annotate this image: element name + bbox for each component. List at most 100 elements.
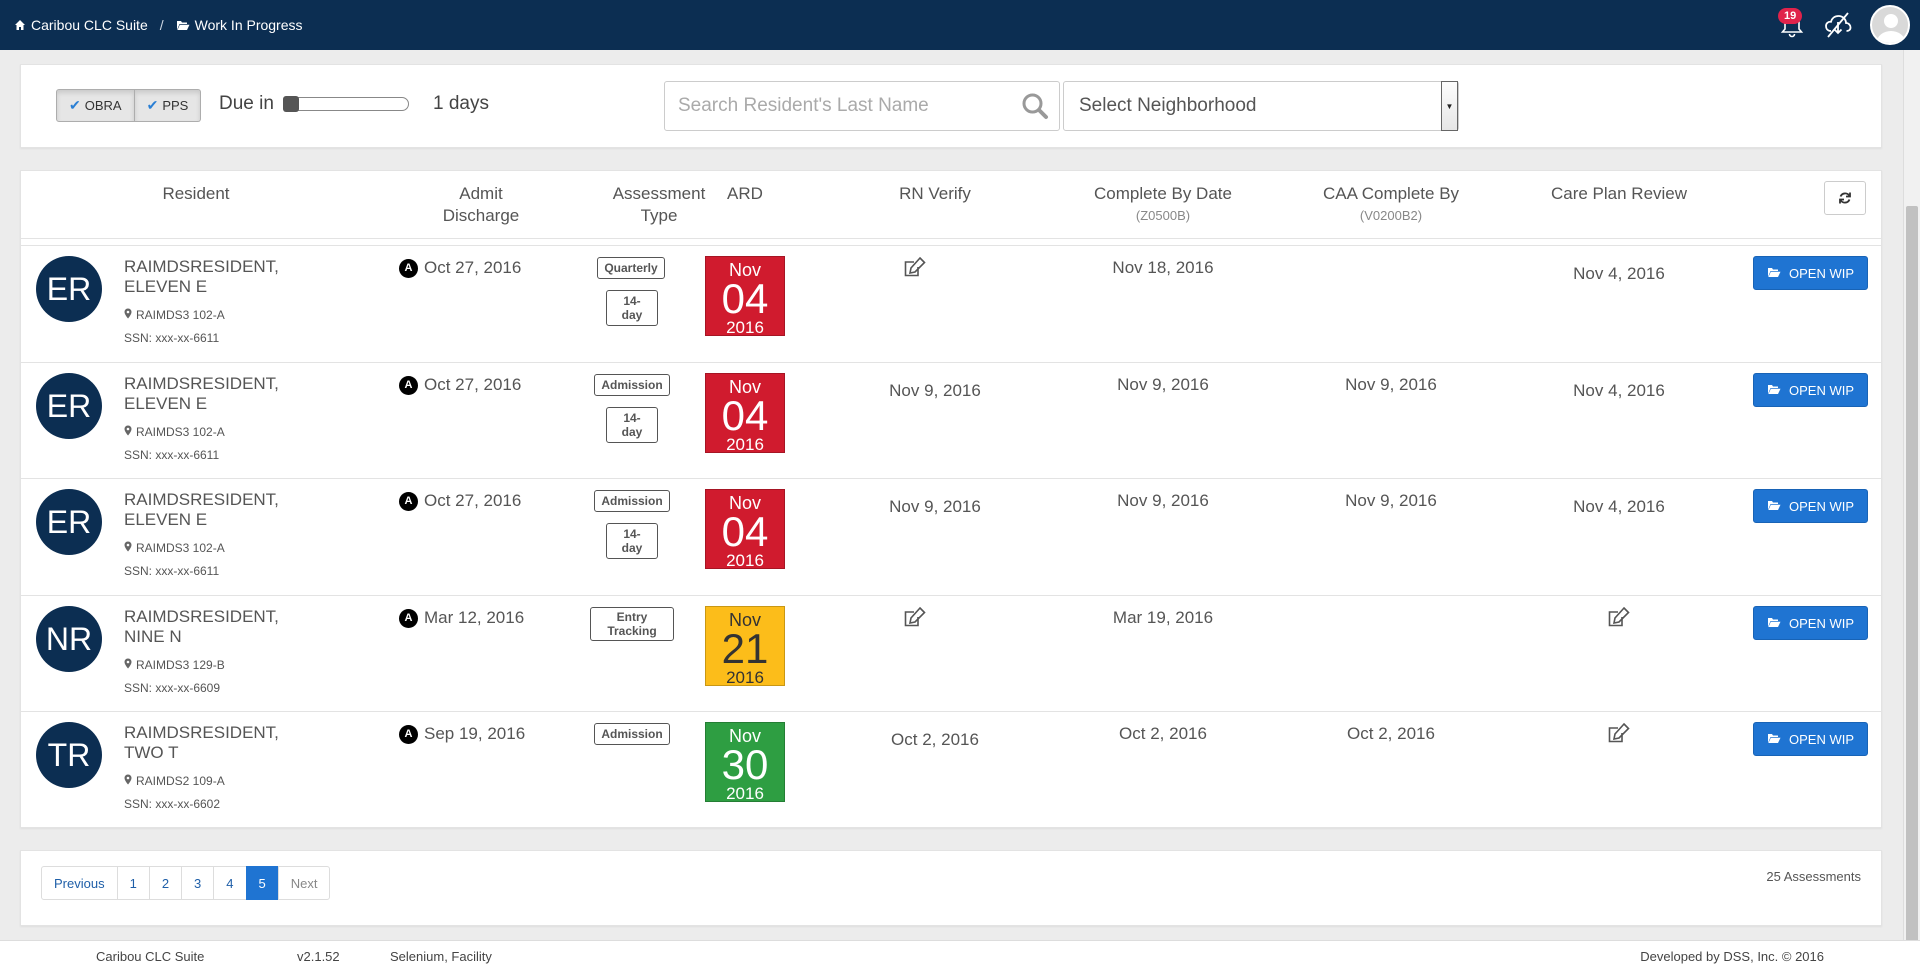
resident-name-line1: RAIMDSRESIDENT, xyxy=(124,374,279,393)
pagination-previous[interactable]: Previous xyxy=(41,866,118,900)
admission-badge: A xyxy=(399,608,418,628)
resident-room-label: RAIMDS3 102-A xyxy=(136,425,225,439)
column-header-rn-verify[interactable]: RN Verify xyxy=(855,183,1015,205)
resident-search-input[interactable] xyxy=(678,95,998,117)
ard-date-tile: Nov 30 2016 xyxy=(705,722,785,803)
pagination-page-3[interactable]: 3 xyxy=(181,866,215,900)
open-wip-button[interactable]: OPEN WIP xyxy=(1753,606,1868,640)
cloud-download-off-icon xyxy=(1825,12,1852,38)
ard-day: 04 xyxy=(721,508,769,555)
column-header-caa-complete-by[interactable]: CAA Complete By (V0200B2) xyxy=(1281,183,1501,227)
admit-date: A Oct 27, 2016 xyxy=(399,491,521,511)
assessment-type-badge: Admission xyxy=(594,490,670,512)
column-header-admit-discharge[interactable]: Admit Discharge xyxy=(406,183,556,227)
ard-year: 2016 xyxy=(726,668,764,687)
care-plan-review-date: Nov 4, 2016 xyxy=(1573,264,1665,283)
pagination-page-5[interactable]: 5 xyxy=(245,866,279,900)
resident-name[interactable]: RAIMDSRESIDENT, TWO T xyxy=(124,723,324,763)
open-wip-button[interactable]: OPEN WIP xyxy=(1753,373,1868,407)
scrollbar-thumb[interactable] xyxy=(1906,206,1918,969)
complete-by-date: Oct 2, 2016 xyxy=(1119,724,1207,743)
resident-initials: TR xyxy=(47,736,91,773)
breadcrumb-home[interactable]: Caribou CLC Suite xyxy=(14,17,148,33)
edit-icon[interactable] xyxy=(1607,722,1631,749)
admit-date: A Mar 12, 2016 xyxy=(399,608,524,628)
resident-name[interactable]: RAIMDSRESIDENT, ELEVEN E xyxy=(124,257,324,297)
map-marker-icon xyxy=(124,425,136,439)
ard-year: 2016 xyxy=(726,784,764,803)
care-plan-review-date: Nov 4, 2016 xyxy=(1573,381,1665,400)
resident-name-line2: ELEVEN E xyxy=(124,394,208,413)
care-plan-review-date: Nov 4, 2016 xyxy=(1573,497,1665,516)
slider-handle[interactable] xyxy=(283,96,299,112)
search-icon[interactable] xyxy=(1021,92,1049,120)
due-days-slider[interactable] xyxy=(283,96,409,112)
footer: Caribou CLC Suite v2.1.52 Selenium, Faci… xyxy=(0,940,1920,969)
resident-name[interactable]: RAIMDSRESIDENT, ELEVEN E xyxy=(124,490,324,530)
pagination-page-4[interactable]: 4 xyxy=(213,866,247,900)
pagination-page-2[interactable]: 2 xyxy=(148,866,183,900)
header-assessment-label: Assessment xyxy=(612,184,706,203)
caret-down-icon[interactable]: ▼ xyxy=(1441,81,1458,131)
footer-copyright: Developed by DSS, Inc. © 2016 xyxy=(1640,949,1824,964)
open-wip-label: OPEN WIP xyxy=(1788,498,1854,514)
column-header-resident[interactable]: Resident xyxy=(111,183,281,205)
open-wip-label: OPEN WIP xyxy=(1788,615,1854,631)
admit-date-value: Oct 27, 2016 xyxy=(424,375,522,394)
resident-room: RAIMDS3 129-B xyxy=(124,658,225,672)
admit-date: A Oct 27, 2016 xyxy=(399,258,521,278)
resident-room-label: RAIMDS3 102-A xyxy=(136,541,225,555)
pps-toggle-button[interactable]: ✔ PPS xyxy=(134,89,202,122)
resident-name[interactable]: RAIMDSRESIDENT, NINE N xyxy=(124,607,324,647)
map-marker-icon xyxy=(124,774,136,788)
column-header-complete-by[interactable]: Complete By Date (Z0500B) xyxy=(1053,183,1273,227)
footer-app-name: Caribou CLC Suite xyxy=(96,949,205,964)
admit-date-value: Oct 27, 2016 xyxy=(424,258,522,277)
pagination-panel: Previous 1 2 3 4 5 Next 25 Assessments xyxy=(20,850,1882,926)
open-wip-label: OPEN WIP xyxy=(1788,731,1854,747)
pagination-next[interactable]: Next xyxy=(277,866,331,900)
resident-avatar: ER xyxy=(36,256,102,322)
admit-date-value: Sep 19, 2016 xyxy=(424,724,526,743)
open-wip-label: OPEN WIP xyxy=(1788,265,1854,281)
open-wip-button[interactable]: OPEN WIP xyxy=(1753,489,1868,523)
assessment-subtype-badge: 14-day xyxy=(606,290,658,326)
resident-name[interactable]: RAIMDSRESIDENT, ELEVEN E xyxy=(124,374,324,414)
edit-icon[interactable] xyxy=(1607,606,1631,633)
breadcrumb-page-name: Work In Progress xyxy=(194,17,303,33)
column-header-ard[interactable]: ARD xyxy=(705,183,785,205)
assessment-type-badge: Entry Tracking xyxy=(590,607,674,641)
navbar-actions: 19 xyxy=(1772,0,1920,50)
edit-icon[interactable] xyxy=(903,256,927,283)
neighborhood-select[interactable]: Select Neighborhood ▼ xyxy=(1063,81,1459,131)
header-caa-label: CAA Complete By xyxy=(1322,184,1460,203)
rn-verify-date: Nov 9, 2016 xyxy=(889,497,981,516)
assessment-subtype-badge: 14-day xyxy=(606,523,658,559)
user-avatar[interactable] xyxy=(1870,5,1910,45)
resident-name-line2: TWO T xyxy=(124,743,179,762)
resident-search-field[interactable] xyxy=(664,81,1060,131)
header-resident-label: Resident xyxy=(162,184,230,203)
resident-avatar: ER xyxy=(36,373,102,439)
caa-complete-by-date: Nov 9, 2016 xyxy=(1345,491,1437,510)
assessment-type-badge: Quarterly xyxy=(597,257,665,279)
check-icon: ✔ xyxy=(69,97,81,113)
folder-open-icon xyxy=(1767,616,1789,631)
open-wip-button[interactable]: OPEN WIP xyxy=(1753,256,1868,290)
notifications-button[interactable]: 19 xyxy=(1772,5,1812,45)
page-scrollbar[interactable] xyxy=(1903,50,1920,969)
table-row: ER RAIMDSRESIDENT, ELEVEN E RAIMDS3 102-A SS… xyxy=(21,245,1881,361)
column-header-care-plan-review[interactable]: Care Plan Review xyxy=(1509,183,1729,205)
resident-room: RAIMDS2 109-A xyxy=(124,774,225,788)
refresh-button[interactable] xyxy=(1824,181,1866,215)
resident-name-line2: ELEVEN E xyxy=(124,277,208,296)
pagination-page-1[interactable]: 1 xyxy=(116,866,150,900)
edit-icon[interactable] xyxy=(903,606,927,633)
offline-sync-button[interactable] xyxy=(1818,5,1858,45)
obra-toggle-button[interactable]: ✔ OBRA xyxy=(56,89,135,122)
map-marker-icon xyxy=(124,658,136,672)
resident-initials: ER xyxy=(46,270,92,307)
breadcrumb-current[interactable]: Work In Progress xyxy=(176,17,303,33)
assessment-subtype-badge: 14-day xyxy=(606,407,658,443)
open-wip-button[interactable]: OPEN WIP xyxy=(1753,722,1868,756)
